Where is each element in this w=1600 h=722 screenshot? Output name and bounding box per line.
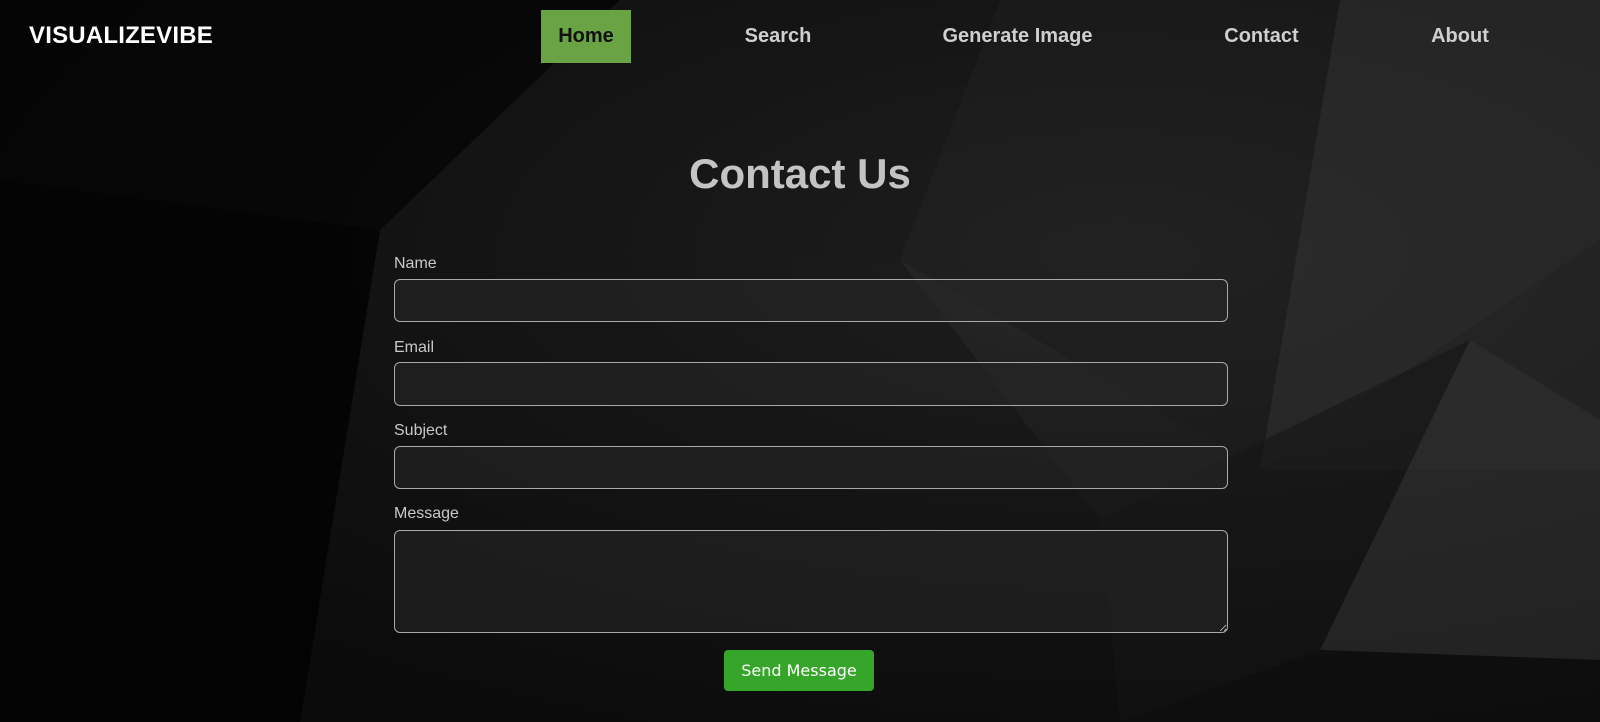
- name-label: Name: [394, 255, 437, 272]
- nav-generate-image[interactable]: Generate Image: [930, 10, 1105, 63]
- send-message-button[interactable]: Send Message: [724, 650, 874, 691]
- brand-logo[interactable]: VISUALIZEVIBE: [29, 22, 213, 50]
- page-title: Contact Us: [689, 150, 911, 197]
- message-label: Message: [394, 505, 459, 522]
- email-input[interactable]: [394, 362, 1228, 406]
- nav-home[interactable]: Home: [541, 10, 631, 63]
- subject-input[interactable]: [394, 446, 1228, 489]
- name-input[interactable]: [394, 279, 1228, 322]
- top-navbar: VISUALIZEVIBE Home Search Generate Image…: [0, 0, 1600, 72]
- nav-contact[interactable]: Contact: [1210, 10, 1313, 63]
- subject-label: Subject: [394, 422, 448, 439]
- message-textarea[interactable]: [394, 530, 1228, 633]
- nav-search[interactable]: Search: [724, 10, 832, 63]
- nav-about[interactable]: About: [1420, 10, 1500, 63]
- email-label: Email: [394, 339, 435, 356]
